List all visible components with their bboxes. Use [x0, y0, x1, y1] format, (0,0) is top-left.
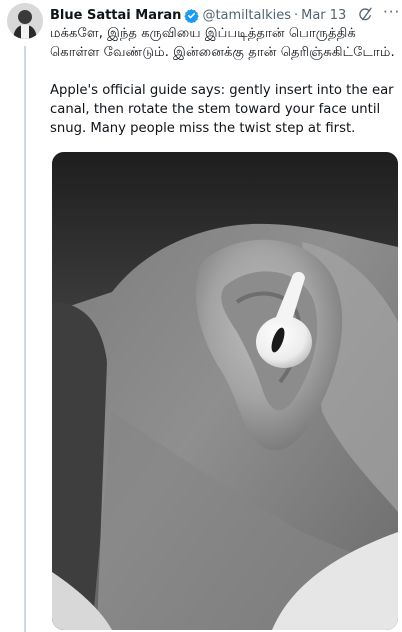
author-avatar[interactable] — [7, 3, 43, 39]
tweet-header: Blue Sattai Maran @tamiltalkies · Mar 13… — [50, 3, 400, 25]
verified-badge-icon — [184, 8, 200, 23]
separator-dot: · — [293, 7, 299, 23]
tweet-text: மக்களே, இந்த கருவியை இப்படித்தான் பொருத்… — [50, 24, 398, 138]
author-name[interactable]: Blue Sattai Maran — [50, 8, 181, 23]
tweet-date[interactable]: Mar 13 — [301, 8, 346, 23]
tweet-photo[interactable] — [52, 152, 398, 630]
thread-line — [24, 46, 26, 632]
tweet-text-tamil: மக்களே, இந்த கருவியை இப்படித்தான் பொருத்… — [50, 26, 395, 60]
author-handle[interactable]: @tamiltalkies — [202, 8, 291, 23]
tweet-text-english: Apple's official guide says: gently inse… — [50, 83, 394, 136]
more-options-icon[interactable]: ··· — [383, 3, 400, 21]
grok-icon[interactable] — [356, 6, 374, 24]
